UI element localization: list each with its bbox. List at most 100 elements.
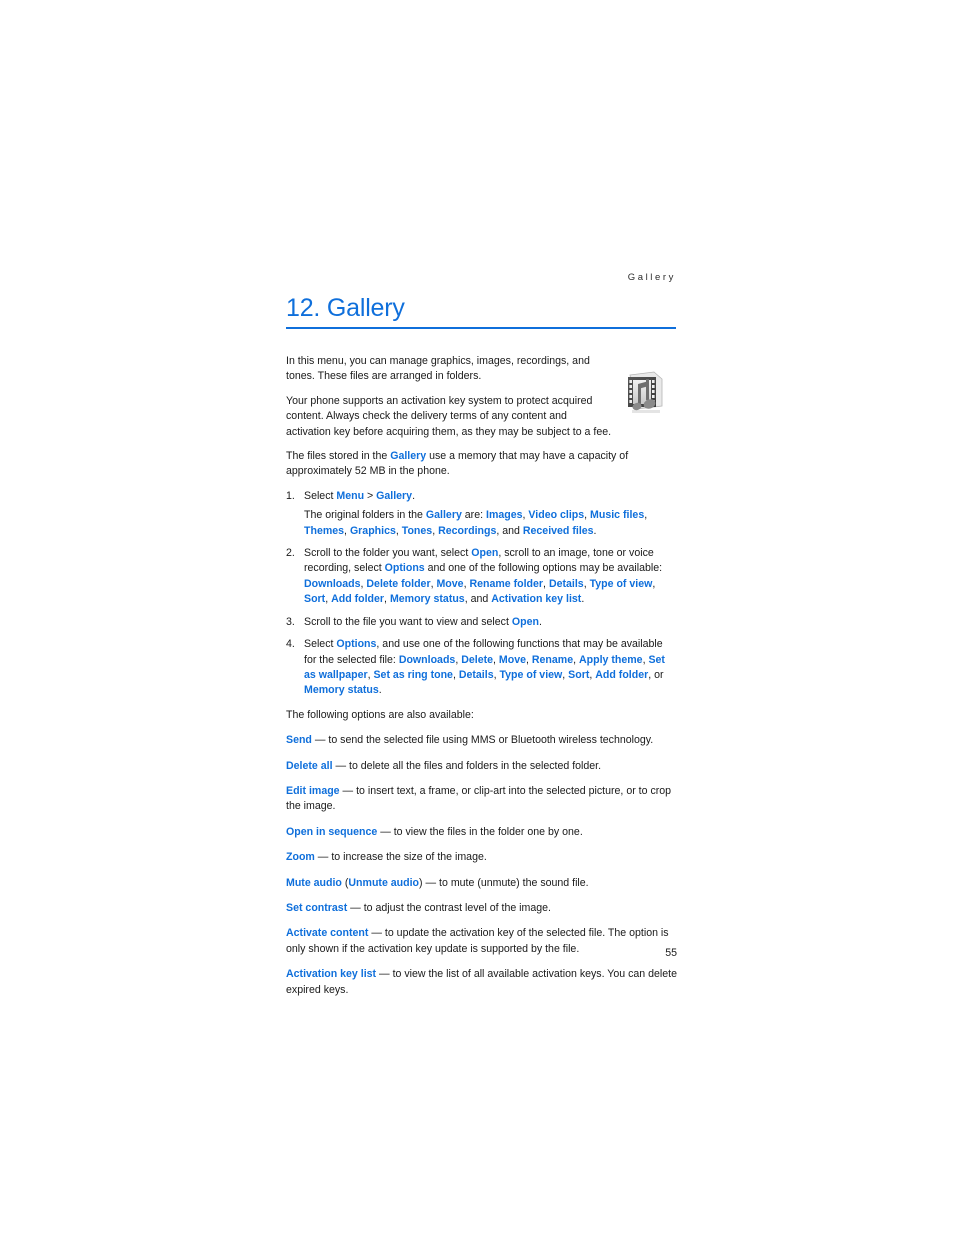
- option-definition: Edit image — to insert text, a frame, or…: [286, 784, 677, 815]
- keyword-open: Open: [471, 547, 499, 560]
- keyword-video-clips: Video clips: [528, 509, 585, 522]
- step4-tail: .: [378, 684, 382, 697]
- keyword-rename: Rename: [531, 653, 574, 666]
- keyword-add-folder: Add folder: [331, 593, 385, 606]
- keyword-sort: Sort: [568, 668, 590, 681]
- step-1-text: Select Menu > Gallery.: [304, 489, 677, 504]
- option-dash: —: [311, 734, 329, 747]
- option-description: to view the files in the folder one by o…: [393, 825, 583, 838]
- option-dash: —: [332, 759, 350, 772]
- keyword-downloads: Downloads: [398, 653, 456, 666]
- option-description: to adjust the contrast level of the imag…: [363, 901, 551, 914]
- option-dash: —: [347, 901, 364, 914]
- page-number: 55: [665, 947, 677, 959]
- option-term-alt: Unmute audio: [348, 876, 420, 889]
- step2-lead: Scroll to the folder you want, select: [304, 547, 472, 560]
- list-separator: ,: [644, 509, 648, 522]
- keyword-gallery: Gallery: [390, 450, 427, 463]
- option-description: to delete all the files and folders in t…: [349, 759, 602, 772]
- list-separator: , and: [464, 593, 492, 606]
- step-3-text: Scroll to the file you want to view and …: [304, 615, 677, 630]
- manual-page: Gallery 12. Gallery In this menu, you ca…: [0, 0, 954, 1235]
- keyword-graphics: Graphics: [349, 524, 396, 537]
- keyword-images: Images: [486, 509, 523, 522]
- keyword-options: Options: [336, 638, 377, 651]
- intro-p3-before: The files stored in the: [286, 450, 391, 463]
- keyword-gallery: Gallery: [376, 489, 413, 502]
- option-term: Activate content: [286, 927, 369, 940]
- keyword-menu: Menu: [336, 489, 365, 502]
- keyword-type-of-view: Type of view: [499, 668, 563, 681]
- option-term: Zoom: [286, 851, 315, 864]
- step2-tail: .: [581, 593, 585, 606]
- keyword-themes: Themes: [304, 524, 345, 537]
- option-dash: —: [339, 784, 357, 797]
- option-dash: —: [377, 825, 394, 838]
- step1-period: .: [412, 489, 416, 502]
- keyword-open: Open: [511, 615, 539, 628]
- step-item-1: 1. Select Menu > Gallery. The original f…: [286, 489, 677, 539]
- option-definition: Activation key list — to view the list o…: [286, 967, 677, 998]
- keyword-recordings: Recordings: [438, 524, 497, 537]
- option-definition: Open in sequence — to view the files in …: [286, 825, 677, 840]
- option-dash: —: [314, 851, 332, 864]
- keyword-music-files: Music files: [590, 509, 645, 522]
- list-separator: , or: [648, 668, 664, 681]
- step1-separator: >: [364, 489, 377, 502]
- keyword-options: Options: [384, 562, 425, 575]
- title-divider: [286, 327, 676, 329]
- step-number: 3.: [286, 615, 295, 628]
- keyword-move: Move: [436, 577, 464, 590]
- option-term: Open in sequence: [286, 825, 378, 838]
- step1-sub-tail: .: [593, 524, 597, 537]
- option-definition: Send — to send the selected file using M…: [286, 733, 677, 748]
- option-definition: Mute audio (Unmute audio) — to mute (unm…: [286, 876, 677, 891]
- option-term: Send: [286, 734, 312, 747]
- list-separator: ,: [652, 577, 656, 590]
- keyword-activation-key-list: Activation key list: [491, 593, 582, 606]
- keyword-delete-folder: Delete folder: [366, 577, 431, 590]
- step-number: 1.: [286, 489, 295, 502]
- option-term: Edit image: [286, 784, 340, 797]
- options-intro: The following options are also available…: [286, 708, 474, 721]
- step2-mid2: and one of the following options may be …: [424, 562, 663, 575]
- keyword-memory-status: Memory status: [304, 684, 379, 697]
- step3-tail: .: [538, 615, 542, 628]
- option-description: to send the selected file using MMS or B…: [328, 734, 654, 747]
- page-title: 12. Gallery: [286, 294, 405, 322]
- keyword-gallery: Gallery: [425, 509, 462, 522]
- option-definition: Set contrast — to adjust the contrast le…: [286, 901, 677, 916]
- keyword-type-of-view: Type of view: [589, 577, 653, 590]
- keyword-apply-theme: Apply theme: [579, 653, 643, 666]
- step2-options-list: Downloads, Delete folder, Move, Rename f…: [304, 578, 655, 605]
- option-term: Mute audio: [286, 876, 342, 889]
- step1-sub-lead: The original folders in the: [304, 509, 426, 522]
- body-column: In this menu, you can manage graphics, i…: [286, 354, 677, 998]
- option-dash: —: [376, 968, 393, 981]
- step-number: 4.: [286, 638, 295, 651]
- step3-lead: Scroll to the file you want to view and …: [304, 615, 512, 628]
- step1-sub-mid: are:: [461, 509, 486, 522]
- option-description: to increase the size of the image.: [331, 851, 487, 864]
- option-definition: Zoom — to increase the size of the image…: [286, 850, 677, 865]
- step-item-4: 4. Select Options, and use one of the fo…: [286, 637, 677, 699]
- intro-paragraph-2: Your phone supports an activation key sy…: [286, 394, 612, 438]
- keyword-memory-status: Memory status: [389, 593, 465, 606]
- step-2-text: Scroll to the folder you want, select Op…: [304, 546, 677, 608]
- keyword-add-folder: Add folder: [595, 668, 649, 681]
- step-number: 2.: [286, 547, 295, 560]
- step1-lead: Select: [304, 489, 337, 502]
- step-item-2: 2. Scroll to the folder you want, select…: [286, 546, 677, 608]
- keyword-sort: Sort: [304, 593, 326, 606]
- keyword-details: Details: [458, 668, 494, 681]
- step-4-text: Select Options, and use one of the follo…: [304, 637, 677, 699]
- keyword-details: Details: [548, 577, 584, 590]
- intro-paragraph-3: The files stored in the Gallery use a me…: [286, 449, 677, 480]
- keyword-rename-folder: Rename folder: [469, 577, 544, 590]
- intro-paragraph-1: In this menu, you can manage graphics, i…: [286, 355, 590, 383]
- keyword-tones: Tones: [401, 524, 433, 537]
- step-1-subtext: The original folders in the Gallery are:…: [304, 508, 677, 539]
- running-header: Gallery: [627, 272, 676, 283]
- keyword-set-as-ring-tone: Set as ring tone: [373, 668, 453, 681]
- option-description: to mute (unmute) the sound file.: [439, 876, 589, 889]
